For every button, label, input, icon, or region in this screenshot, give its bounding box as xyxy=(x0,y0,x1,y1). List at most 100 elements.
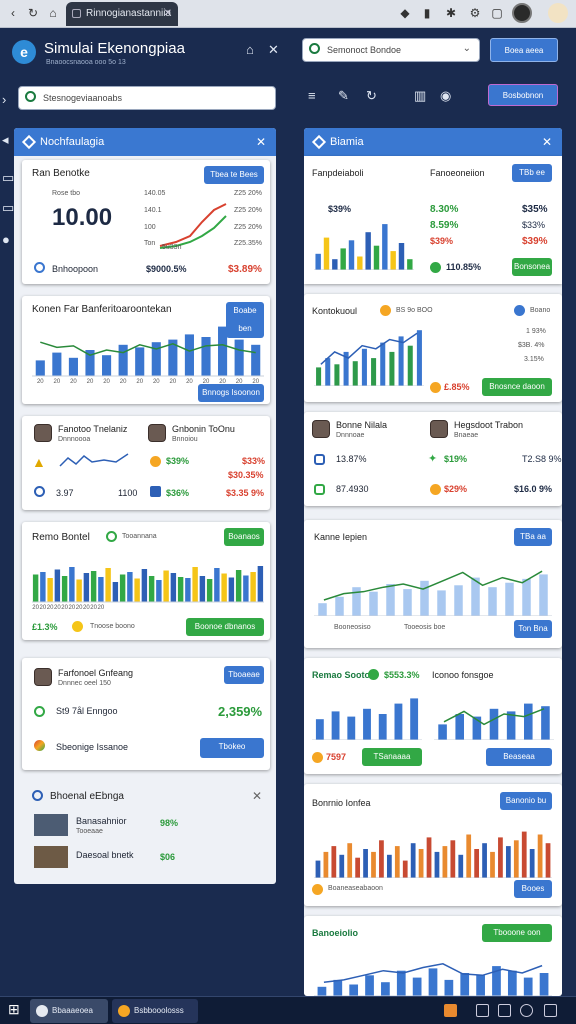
chart-bar xyxy=(339,854,345,878)
chart-bar xyxy=(505,582,514,616)
browser-toolbar: ‹ ↻ ⌂ Rinnogianastanniia ✕ ◆ ▮ ✱ ⚙ ▢ xyxy=(0,0,576,28)
card-secondary-button[interactable]: Booes xyxy=(514,880,552,898)
secondary-button[interactable]: Bosbobnon xyxy=(488,84,558,106)
nav-icon-4[interactable]: ● xyxy=(2,232,10,247)
card-action-button[interactable]: TBb ee xyxy=(512,164,552,182)
search-icon xyxy=(309,43,320,54)
chart-bar xyxy=(332,259,338,270)
chart-bar xyxy=(323,851,329,878)
person-sub: Dnnnec oeel 150 xyxy=(58,680,111,687)
card-tag: BS 9o BOO xyxy=(396,307,433,314)
close-icon[interactable]: ✕ xyxy=(268,42,279,58)
primary-button[interactable]: Boea aeea xyxy=(490,38,558,62)
profile-avatar-secondary[interactable] xyxy=(548,3,568,23)
tick-label: 20 xyxy=(120,379,127,384)
chart-bar xyxy=(488,587,497,616)
chart-bar xyxy=(426,837,432,878)
right-search-field[interactable]: Semonoct Bondoe ⌄ xyxy=(302,38,480,62)
value: 3.15% xyxy=(524,356,544,363)
tray-icon[interactable] xyxy=(444,1004,457,1017)
tray-icon[interactable] xyxy=(520,1004,533,1017)
left-panel: Nochfaulagia ✕ Ran Benotke Tbea te Bees … xyxy=(14,128,276,884)
window-icon[interactable]: ▢ xyxy=(490,6,504,20)
nav-icon-3[interactable]: ▭ xyxy=(2,200,14,216)
chart-bar xyxy=(184,334,194,376)
home-icon[interactable]: ⌂ xyxy=(246,42,254,57)
card-action-button[interactable]: TBa aa xyxy=(514,528,552,546)
card-action-button[interactable]: Tbea te Bees xyxy=(204,166,264,184)
clock-icon xyxy=(34,486,45,497)
chart-bar xyxy=(218,326,228,376)
diamond-icon xyxy=(311,134,327,150)
nav-icon-2[interactable]: ▭ xyxy=(2,170,14,186)
kpi-card: Ran Benotke Tbea te Bees Rose tbo 10.00 … xyxy=(22,160,270,284)
extension-icon[interactable]: ◆ xyxy=(398,6,412,20)
taskbar-item[interactable]: Bbaaaeoea xyxy=(30,999,108,1023)
footer-value: 7597 xyxy=(326,752,347,762)
card-action-button[interactable]: Banonio bu xyxy=(500,792,552,810)
chart-bar xyxy=(418,849,424,878)
refresh-icon[interactable]: ↻ xyxy=(366,88,377,104)
reload-icon[interactable]: ↻ xyxy=(26,6,40,20)
card-secondary-button[interactable]: Bnnogs Isoonon xyxy=(198,384,264,402)
right-search-input[interactable]: Semonoct Bondoe xyxy=(327,45,401,55)
left-sidebar: e Simulai Ekenongpiaa Bnaoocsnaooa ooo 5… xyxy=(0,28,290,996)
record-icon[interactable]: ◉ xyxy=(440,88,451,104)
browser-tab[interactable]: Rinnogianastanniia ✕ xyxy=(66,2,178,26)
card-title: Remo Bontel xyxy=(32,532,90,543)
tray-icon[interactable] xyxy=(498,1004,511,1017)
check-icon xyxy=(514,305,525,316)
taskbar-item[interactable]: Bsbbooolosss xyxy=(112,999,198,1023)
card-secondary-button[interactable]: Boonoe dbnanos xyxy=(186,618,264,636)
profile-avatar[interactable] xyxy=(512,3,532,23)
settings-icon[interactable]: ⚙ xyxy=(468,6,482,20)
chart-bar xyxy=(529,849,535,878)
search-input[interactable]: Stesnogeviaanoabs xyxy=(43,93,122,103)
card-action-button[interactable]: TSanaaaa xyxy=(362,748,422,766)
tick-label: 20 xyxy=(98,605,105,610)
card-action-button[interactable]: Boanaos xyxy=(224,528,264,546)
tray-icon[interactable] xyxy=(476,1004,489,1017)
layout-icon[interactable]: ▥ xyxy=(414,88,426,104)
chart-bar xyxy=(474,849,480,878)
chart-bar xyxy=(349,984,359,996)
square-icon xyxy=(150,486,161,497)
chart-bar xyxy=(466,834,472,878)
menu-icon[interactable]: ≡ xyxy=(308,88,316,103)
start-icon[interactable]: ⊞ xyxy=(8,1001,20,1018)
chart-bar xyxy=(541,706,550,740)
puzzle-icon[interactable]: ✱ xyxy=(444,6,458,20)
card-secondary-button[interactable]: Bonsonea xyxy=(512,258,552,276)
card-action-button[interactable]: Bnosnce daoon xyxy=(482,378,552,396)
footer-label: Boaneaseabaoon xyxy=(328,885,383,892)
card-title-2: Fanoeoneiion xyxy=(430,168,485,178)
search-field[interactable]: Stesnogeviaanoabs xyxy=(18,86,276,110)
chart-bar xyxy=(363,708,371,740)
edit-icon[interactable]: ✎ xyxy=(338,88,349,104)
bookmark-icon[interactable]: ▮ xyxy=(420,6,434,20)
person-sub: Dnnnoooa xyxy=(58,436,91,443)
card-primary-button[interactable]: Tbokeo xyxy=(200,738,264,758)
close-icon[interactable]: ✕ xyxy=(252,789,262,803)
tray-icon[interactable] xyxy=(544,1004,557,1017)
card-secondary-button[interactable]: Ton Bna xyxy=(514,620,552,638)
summary-card: Farfonoel Gnfeang Dnnnec oeel 150 Tboaea… xyxy=(22,658,270,770)
chart-bar xyxy=(373,245,380,270)
chart-bar xyxy=(522,578,531,616)
card-action-button[interactable]: Tboaeae xyxy=(224,666,264,684)
close-icon[interactable]: ✕ xyxy=(542,128,552,156)
bottom-chart-card: Banoeiolio Tbooone oon xyxy=(304,916,562,996)
card-secondary-button[interactable]: Beaseaa xyxy=(486,748,552,766)
overview-bar-chart xyxy=(314,224,414,270)
home-icon[interactable]: ⌂ xyxy=(46,6,60,20)
close-icon[interactable]: ✕ xyxy=(256,128,266,156)
list-item-value: 98% xyxy=(160,818,179,828)
card-action-button[interactable]: Tbooone oon xyxy=(482,924,552,942)
footer-value: $9000.5% xyxy=(146,264,187,274)
nav-icon-1[interactable]: ◂ xyxy=(2,132,9,148)
back-icon[interactable]: ‹ xyxy=(6,6,20,20)
chevron-icon[interactable]: › xyxy=(2,92,6,107)
tab-close-icon[interactable]: ✕ xyxy=(164,2,172,26)
value-green: 8.59% xyxy=(430,220,459,231)
tick-label: 20 xyxy=(83,605,90,610)
